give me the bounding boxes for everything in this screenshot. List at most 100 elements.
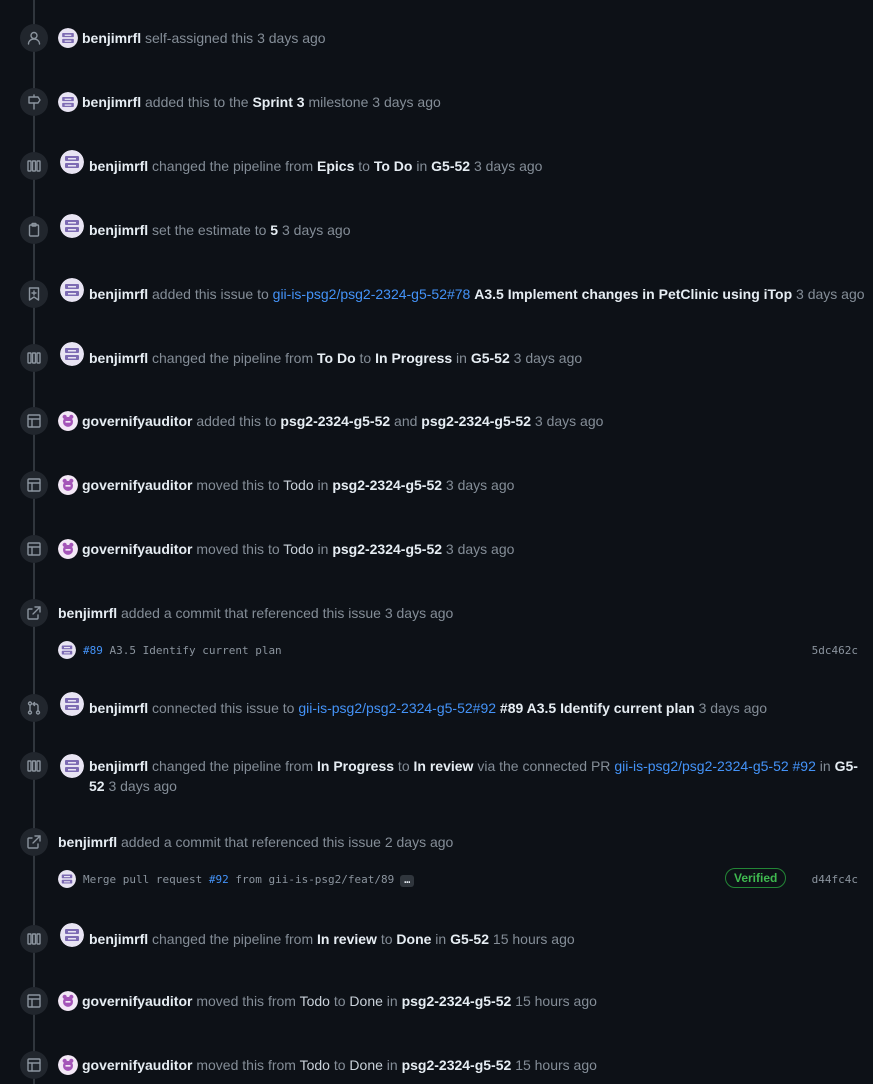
avatar[interactable]: [58, 641, 76, 659]
event-text: benjimrfl changed the pipeline from In r…: [89, 931, 575, 947]
actor-link[interactable]: governifyauditor: [82, 541, 192, 557]
actor-link[interactable]: benjimrfl: [89, 700, 148, 716]
timestamp[interactable]: 3 days ago: [699, 700, 768, 716]
milestone-link[interactable]: Sprint 3: [252, 94, 304, 110]
event-text: benjimrfl added a commit that referenced…: [58, 834, 454, 850]
avatar[interactable]: [58, 411, 78, 431]
commit-sha[interactable]: d44fc4c: [812, 873, 858, 886]
avatar[interactable]: [58, 1055, 78, 1075]
timestamp[interactable]: 3 days ago: [372, 94, 441, 110]
timestamp[interactable]: 15 hours ago: [515, 993, 597, 1009]
project-link[interactable]: psg2-2324-g5-52: [402, 1057, 512, 1073]
event-text: governifyauditor moved this to Todo in p…: [82, 541, 515, 557]
avatar[interactable]: [58, 539, 78, 559]
avatar[interactable]: [60, 754, 84, 778]
table-icon: [20, 535, 48, 563]
timestamp[interactable]: 3 days ago: [796, 286, 865, 302]
event-text: benjimrfl changed the pipeline from In P…: [89, 758, 858, 794]
commit-row: Merge pull request #92 from gii-is-psg2/…: [58, 868, 858, 890]
avatar[interactable]: [60, 923, 84, 947]
avatar[interactable]: [60, 214, 84, 238]
timestamp[interactable]: 3 days ago: [474, 158, 543, 174]
event-text: benjimrfl added this issue to gii-is-psg…: [89, 286, 865, 302]
avatar[interactable]: [58, 870, 76, 888]
issue-link[interactable]: gii-is-psg2/psg2-2324-g5-52#78: [273, 286, 471, 302]
commit-message[interactable]: #89 A3.5 Identify current plan: [83, 644, 282, 657]
actor-link[interactable]: benjimrfl: [89, 286, 148, 302]
actor-link[interactable]: benjimrfl: [89, 758, 148, 774]
event-text: benjimrfl changed the pipeline from Epic…: [89, 158, 543, 174]
timestamp[interactable]: 15 hours ago: [493, 931, 575, 947]
actor-link[interactable]: governifyauditor: [82, 413, 192, 429]
event-text: governifyauditor moved this from Todo to…: [82, 1057, 597, 1073]
bookmark-icon: [20, 280, 48, 308]
table-icon: [20, 1051, 48, 1079]
cross-reference-icon: [20, 828, 48, 856]
avatar[interactable]: [58, 991, 78, 1011]
pipeline-icon: [20, 752, 48, 780]
event-text: governifyauditor moved this from Todo to…: [82, 993, 597, 1009]
event-text: governifyauditor added this to psg2-2324…: [82, 413, 604, 429]
actor-link[interactable]: benjimrfl: [89, 350, 148, 366]
pipeline-icon: [20, 152, 48, 180]
pipeline-icon: [20, 344, 48, 372]
timestamp[interactable]: 2 days ago: [385, 834, 454, 850]
pr-title[interactable]: #89 A3.5 Identify current plan: [500, 700, 695, 716]
event-text: governifyauditor moved this to Todo in p…: [82, 477, 515, 493]
project-link[interactable]: psg2-2324-g5-52: [402, 993, 512, 1009]
project-link[interactable]: psg2-2324-g5-52: [332, 477, 442, 493]
timestamp[interactable]: 3 days ago: [385, 605, 454, 621]
pr-link[interactable]: gii-is-psg2/psg2-2324-g5-52 #92: [614, 758, 816, 774]
actor-link[interactable]: benjimrfl: [58, 605, 117, 621]
actor-link[interactable]: governifyauditor: [82, 477, 192, 493]
timestamp[interactable]: 3 days ago: [535, 413, 604, 429]
avatar[interactable]: [60, 150, 84, 174]
project-link[interactable]: psg2-2324-g5-52: [332, 541, 442, 557]
event-text: benjimrfl set the estimate to 5 3 days a…: [89, 222, 351, 238]
actor-link[interactable]: benjimrfl: [82, 30, 141, 46]
event-text: benjimrfl added this to the Sprint 3 mil…: [82, 94, 441, 110]
actor-link[interactable]: governifyauditor: [82, 1057, 192, 1073]
timestamp[interactable]: 3 days ago: [282, 222, 351, 238]
commit-sha[interactable]: 5dc462c: [812, 644, 858, 657]
expand-button[interactable]: …: [400, 875, 415, 887]
timestamp[interactable]: 3 days ago: [514, 350, 583, 366]
milestone-icon: [20, 88, 48, 116]
cross-reference-icon: [20, 599, 48, 627]
timestamp[interactable]: 3 days ago: [446, 477, 515, 493]
actor-link[interactable]: benjimrfl: [89, 158, 148, 174]
timestamp[interactable]: 3 days ago: [446, 541, 515, 557]
table-icon: [20, 471, 48, 499]
event-text: benjimrfl connected this issue to gii-is…: [89, 700, 768, 716]
timestamp[interactable]: 3 days ago: [257, 30, 326, 46]
table-icon: [20, 407, 48, 435]
pr-link[interactable]: gii-is-psg2/psg2-2324-g5-52#92: [298, 700, 496, 716]
commit-row: #89 A3.5 Identify current plan 5dc462c: [58, 641, 858, 661]
timestamp[interactable]: 15 hours ago: [515, 1057, 597, 1073]
avatar[interactable]: [58, 475, 78, 495]
event-text: benjimrfl changed the pipeline from To D…: [89, 350, 583, 366]
avatar[interactable]: [58, 92, 78, 112]
avatar[interactable]: [58, 28, 78, 48]
table-icon: [20, 987, 48, 1015]
event-text: benjimrfl self-assigned this 3 days ago: [82, 30, 326, 46]
actor-link[interactable]: benjimrfl: [89, 931, 148, 947]
avatar[interactable]: [60, 342, 84, 366]
project-link[interactable]: psg2-2324-g5-52: [421, 413, 531, 429]
commit-message[interactable]: Merge pull request #92 from gii-is-psg2/…: [83, 873, 415, 887]
verified-badge[interactable]: Verified: [725, 868, 787, 888]
timestamp[interactable]: 3 days ago: [108, 778, 177, 794]
actor-link[interactable]: benjimrfl: [89, 222, 148, 238]
clipboard-icon: [20, 216, 48, 244]
person-icon: [20, 24, 48, 52]
issue-title[interactable]: A3.5 Implement changes in PetClinic usin…: [474, 286, 792, 302]
project-link[interactable]: psg2-2324-g5-52: [280, 413, 390, 429]
pipeline-icon: [20, 925, 48, 953]
pull-request-icon: [20, 694, 48, 722]
avatar[interactable]: [60, 278, 84, 302]
actor-link[interactable]: governifyauditor: [82, 993, 192, 1009]
actor-link[interactable]: benjimrfl: [82, 94, 141, 110]
event-text: benjimrfl added a commit that referenced…: [58, 605, 454, 621]
actor-link[interactable]: benjimrfl: [58, 834, 117, 850]
avatar[interactable]: [60, 692, 84, 716]
